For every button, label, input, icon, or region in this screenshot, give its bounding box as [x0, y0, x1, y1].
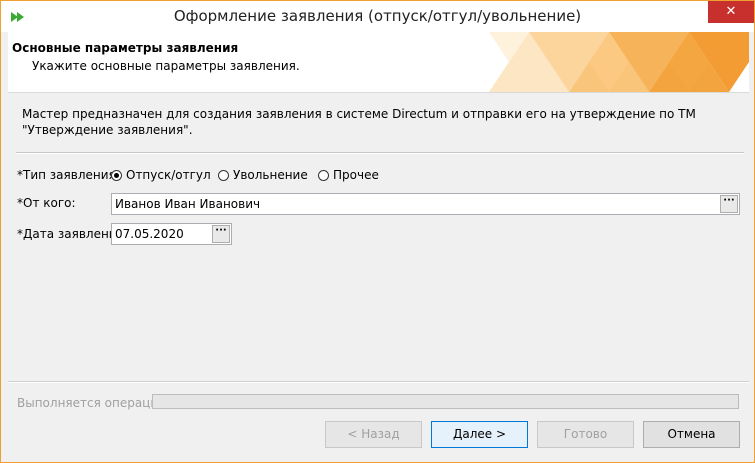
finish-button[interactable]: Готово	[537, 421, 634, 448]
close-button[interactable]: ✕	[708, 1, 754, 23]
date-field[interactable]: 07.05.2020 ···	[111, 223, 232, 245]
wizard-description: Мастер предназначен для создания заявлен…	[22, 107, 696, 137]
progress-bar	[152, 394, 739, 409]
content-divider	[16, 152, 744, 154]
from-label: *От кого:	[17, 196, 76, 210]
wizard-header: Основные параметры заявления Укажите осн…	[8, 32, 749, 93]
date-picker-button[interactable]: ···	[212, 225, 230, 243]
radio-other[interactable]: Прочее	[318, 167, 379, 183]
status-divider	[8, 381, 749, 383]
radio-dismissal[interactable]: Увольнение	[218, 167, 308, 183]
radio-dismissal-label: Увольнение	[233, 168, 308, 182]
type-label: *Тип заявления:	[17, 168, 120, 182]
close-icon: ✕	[725, 4, 737, 19]
radio-vacation[interactable]: Отпуск/отгул	[111, 167, 211, 183]
back-button[interactable]: < Назад	[325, 421, 422, 448]
window-title: Оформление заявления (отпуск/отгул/уволь…	[173, 7, 582, 25]
from-value: Иванов Иван Иванович	[115, 197, 261, 211]
wizard-window: Оформление заявления (отпуск/отгул/уволь…	[0, 0, 755, 463]
title-bar[interactable]: Оформление заявления (отпуск/отгул/уволь…	[1, 1, 754, 32]
radio-button[interactable]	[318, 169, 329, 181]
page-title: Основные параметры заявления	[12, 41, 239, 55]
cancel-button[interactable]: Отмена	[643, 421, 740, 448]
from-browse-button[interactable]: ···	[720, 195, 738, 213]
radio-vacation-label: Отпуск/отгул	[126, 168, 211, 182]
status-label: Выполняется операция	[17, 396, 166, 410]
page-subtitle: Укажите основные параметры заявления.	[32, 59, 300, 73]
radio-button[interactable]	[218, 169, 229, 181]
next-button[interactable]: Далее >	[431, 421, 528, 448]
radio-button-selected[interactable]	[111, 169, 122, 181]
date-value: 07.05.2020	[115, 227, 184, 241]
from-field[interactable]: Иванов Иван Иванович ···	[111, 193, 740, 215]
radio-other-label: Прочее	[333, 168, 379, 182]
header-decoration	[489, 32, 749, 92]
fast-forward-icon	[11, 12, 24, 22]
